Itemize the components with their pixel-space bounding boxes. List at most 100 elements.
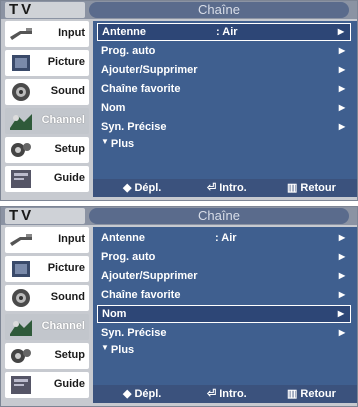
sidebar-item-sound[interactable]: Sound: [5, 79, 89, 105]
menu-item-value: : Air: [215, 232, 237, 244]
sidebar-item-channel[interactable]: Channel: [5, 314, 89, 340]
arrow-right-icon: ▶: [338, 122, 345, 131]
hint-enter: ⏎ Intro.: [207, 179, 247, 197]
tv-menu-panel-2: TV Chaîne Input Picture Sound Channel Se…: [0, 206, 358, 407]
menu-item-label: Antenne: [102, 26, 146, 38]
hint-back-label: Retour: [300, 182, 336, 194]
menu-item-label: Antenne: [101, 232, 145, 244]
more-item[interactable]: ▼ Plus: [101, 343, 134, 356]
menu-item-prog-auto[interactable]: Prog. auto ▶: [97, 248, 351, 266]
sidebar: Input Picture Sound Channel Setup Guide: [5, 21, 89, 197]
menu-item-label: Ajouter/Supprimer: [101, 270, 198, 282]
menu-item-nom[interactable]: Nom ▶: [97, 305, 351, 323]
hint-move-label: Dépl.: [134, 182, 162, 194]
menu-item-ajouter-supprimer[interactable]: Ajouter/Supprimer ▶: [97, 267, 351, 285]
sidebar-item-setup[interactable]: Setup: [5, 137, 89, 163]
hint-enter: ⏎ Intro.: [207, 385, 247, 403]
menu-item-label: Nom: [101, 102, 126, 114]
sound-icon: [12, 289, 30, 307]
sidebar-item-guide[interactable]: Guide: [5, 372, 89, 398]
menu-item-antenne[interactable]: Antenne : Air ▶: [97, 229, 351, 247]
arrow-right-icon: ▶: [338, 271, 345, 280]
sidebar-item-label: Setup: [54, 143, 85, 155]
sidebar-item-input[interactable]: Input: [5, 227, 89, 253]
sidebar-item-label: Input: [58, 233, 85, 245]
hint-move: ◆ Dépl.: [123, 179, 161, 197]
arrow-right-icon: ▶: [338, 103, 345, 112]
sidebar-item-label: Guide: [53, 378, 85, 390]
menu-item-label: Chaîne favorite: [101, 289, 181, 301]
menu-item-syn-precise[interactable]: Syn. Précise ▶: [97, 118, 351, 136]
picture-icon: [12, 55, 30, 71]
sidebar-item-picture[interactable]: Picture: [5, 256, 89, 282]
footer-hints: ◆ Dépl. ⏎ Intro. ▥ Retour: [93, 385, 357, 403]
hint-back-label: Retour: [300, 388, 336, 400]
sidebar-item-label: Channel: [41, 114, 85, 126]
sidebar-item-guide[interactable]: Guide: [5, 166, 89, 192]
setup-icon: [11, 349, 31, 363]
up-down-icon: ◆: [123, 182, 132, 194]
menu-item-nom[interactable]: Nom ▶: [97, 99, 351, 117]
sidebar-item-label: Input: [58, 27, 85, 39]
menu-item-syn-precise[interactable]: Syn. Précise ▶: [97, 324, 351, 342]
sidebar-item-label: Picture: [47, 262, 85, 274]
more-label: Plus: [110, 344, 135, 356]
arrow-right-icon: ▶: [338, 65, 345, 74]
enter-icon: ⏎: [207, 182, 217, 194]
channel-icon: [10, 320, 32, 336]
menu-item-ajouter-supprimer[interactable]: Ajouter/Supprimer ▶: [97, 61, 351, 79]
menu-content: Antenne : Air ▶ Prog. auto ▶ Ajouter/Sup…: [93, 21, 357, 179]
enter-icon: ⏎: [207, 388, 217, 400]
sidebar-item-sound[interactable]: Sound: [5, 285, 89, 311]
menu-item-value: : Air: [216, 26, 238, 38]
menu-item-label: Nom: [102, 308, 127, 320]
menu-item-prog-auto[interactable]: Prog. auto ▶: [97, 42, 351, 60]
hint-move-label: Dépl.: [134, 388, 162, 400]
arrow-right-icon: ▶: [338, 290, 345, 299]
input-icon: [10, 28, 32, 40]
channel-icon: [10, 114, 32, 130]
sidebar-item-label: Guide: [53, 172, 85, 184]
title-bar: TV Chaîne: [1, 207, 357, 225]
picture-icon: [12, 261, 30, 277]
tv-label: TV: [5, 208, 85, 224]
menu-item-label: Syn. Précise: [101, 327, 167, 339]
menu-title: Chaîne: [89, 2, 349, 18]
sidebar-item-label: Picture: [47, 56, 85, 68]
triangle-down-icon: ▼: [101, 343, 109, 352]
hint-back: ▥ Retour: [287, 179, 336, 197]
arrow-right-icon: ▶: [338, 84, 345, 93]
footer-hints: ◆ Dépl. ⏎ Intro. ▥ Retour: [93, 179, 357, 197]
menu-item-label: Prog. auto: [101, 45, 156, 57]
triangle-down-icon: ▼: [101, 137, 109, 146]
guide-icon: [11, 170, 31, 188]
more-label: Plus: [110, 138, 135, 150]
menu-item-chaine-favorite[interactable]: Chaîne favorite ▶: [97, 286, 351, 304]
up-down-icon: ◆: [123, 388, 132, 400]
sidebar-item-label: Sound: [50, 85, 85, 97]
arrow-right-icon: ▶: [338, 252, 345, 261]
menu-title: Chaîne: [89, 208, 349, 224]
sidebar-item-setup[interactable]: Setup: [5, 343, 89, 369]
menu-item-label: Chaîne favorite: [101, 83, 181, 95]
arrow-right-icon: ▶: [338, 328, 345, 337]
sidebar-item-picture[interactable]: Picture: [5, 50, 89, 76]
sidebar-item-channel[interactable]: Channel: [5, 108, 89, 134]
menu-content: Antenne : Air ▶ Prog. auto ▶ Ajouter/Sup…: [93, 227, 357, 385]
return-icon: ▥: [287, 388, 298, 400]
menu-item-antenne[interactable]: Antenne : Air ▶: [97, 23, 351, 41]
hint-move: ◆ Dépl.: [123, 385, 161, 403]
menu-item-label: Syn. Précise: [101, 121, 167, 133]
guide-icon: [11, 376, 31, 394]
menu-item-chaine-favorite[interactable]: Chaîne favorite ▶: [97, 80, 351, 98]
sidebar: Input Picture Sound Channel Setup Guide: [5, 227, 89, 403]
sidebar-item-input[interactable]: Input: [5, 21, 89, 47]
tv-label: TV: [5, 2, 85, 18]
sidebar-item-label: Setup: [54, 349, 85, 361]
tv-menu-panel-1: TV Chaîne Input Picture Sound Channel Se…: [0, 0, 358, 201]
menu-item-label: Prog. auto: [101, 251, 156, 263]
more-item[interactable]: ▼ Plus: [101, 137, 134, 150]
hint-enter-label: Intro.: [219, 388, 247, 400]
sound-icon: [12, 83, 30, 101]
arrow-right-icon: ▶: [337, 27, 344, 36]
